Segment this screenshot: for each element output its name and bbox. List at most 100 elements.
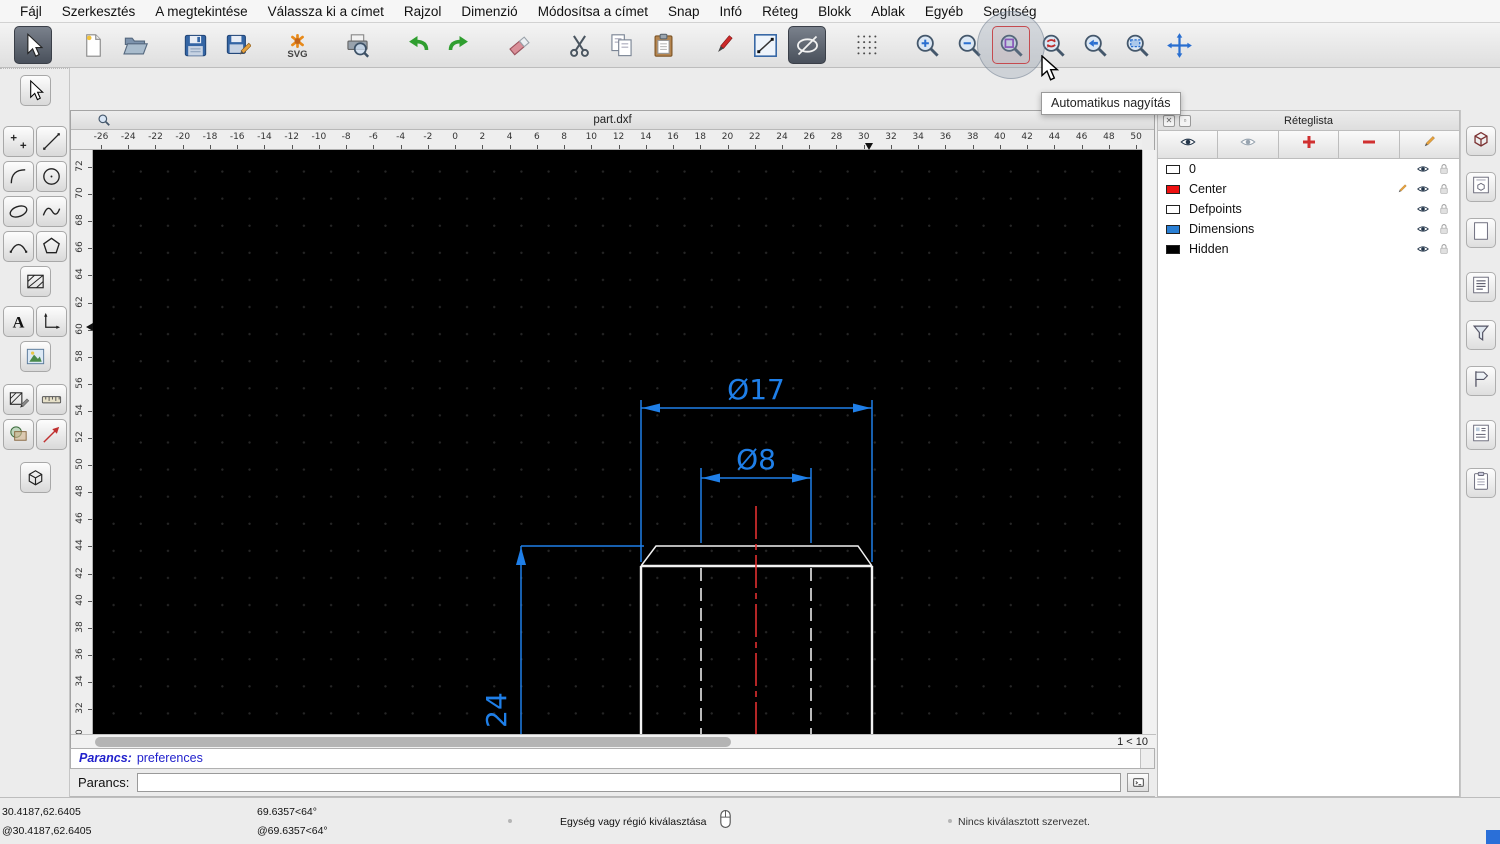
palette-image-button[interactable] — [19, 341, 51, 372]
palette-hatch-edit-button[interactable] — [3, 384, 34, 415]
layer-row-0[interactable]: 0 — [1158, 159, 1459, 179]
layer-lock-icon[interactable] — [1437, 202, 1451, 216]
open-file-button[interactable] — [116, 26, 154, 64]
layer-visibility-eye-icon[interactable] — [1416, 182, 1430, 196]
cut-button[interactable] — [560, 26, 598, 64]
statusbar: 30.4187,62.6405 @30.4187,62.6405 69.6357… — [0, 797, 1500, 844]
menu-item-rajzol[interactable]: Rajzol — [394, 0, 452, 23]
layers-hide-all-button[interactable] — [1218, 131, 1279, 158]
layer-color-swatch — [1166, 224, 1180, 234]
menu-item-v-lassza-ki-a-c-met[interactable]: Válassza ki a címet — [258, 0, 394, 23]
drawing-canvas[interactable]: Ø17 Ø8 24 — [93, 150, 1142, 734]
layer-visibility-eye-icon[interactable] — [1416, 222, 1430, 236]
dock-tag-button[interactable] — [1466, 366, 1496, 396]
hruler-number: -24 — [120, 132, 136, 142]
select-tool-button[interactable] — [14, 26, 52, 64]
dock-notes-button[interactable] — [1466, 420, 1496, 450]
layer-modify-button[interactable] — [1399, 131, 1460, 158]
dock-filter-button[interactable] — [1466, 320, 1496, 350]
layer-lock-icon[interactable] — [1437, 242, 1451, 256]
palette-points-button[interactable] — [3, 126, 34, 157]
horizontal-scrollbar[interactable] — [93, 735, 1083, 749]
menu-item-seg-ts-g[interactable]: Segítség — [973, 0, 1046, 23]
menu-item-egy-b[interactable]: Egyéb — [915, 0, 973, 23]
layer-visibility-eye-icon[interactable] — [1416, 242, 1430, 256]
palette-3d-button[interactable] — [19, 462, 51, 493]
text-icon: A — [7, 310, 30, 333]
undo-button[interactable] — [398, 26, 436, 64]
zoom-out-button[interactable] — [950, 26, 988, 64]
palette-text-button[interactable]: A — [3, 306, 34, 337]
menu-item-szerkeszt-s[interactable]: Szerkesztés — [52, 0, 146, 23]
scrollbar-thumb[interactable] — [95, 737, 731, 747]
redo-button[interactable] — [440, 26, 478, 64]
grid-button[interactable] — [848, 26, 886, 64]
layer-visibility-eye-icon[interactable] — [1416, 162, 1430, 176]
cad-drawing: Ø17 Ø8 24 — [480, 373, 874, 734]
zoom-window-button[interactable] — [1118, 26, 1156, 64]
palette-ellipse-button[interactable] — [3, 196, 34, 227]
menu-item-snap[interactable]: Snap — [658, 0, 710, 23]
palette-spline-button[interactable] — [36, 196, 67, 227]
zoom-auto-button[interactable] — [992, 26, 1030, 64]
new-file-button[interactable] — [74, 26, 112, 64]
palette-arc-button[interactable] — [3, 161, 34, 192]
zoom-in-button[interactable] — [908, 26, 946, 64]
save-as-button[interactable] — [218, 26, 256, 64]
vertical-scrollbar[interactable] — [1142, 150, 1156, 734]
palette-curve-button[interactable] — [3, 231, 34, 262]
palette-select-button[interactable] — [19, 75, 51, 106]
menu-item-m-dos-tsa-a-c-met[interactable]: Módosítsa a címet — [528, 0, 658, 23]
draft-ellipse-icon — [794, 32, 821, 59]
layer-row-defpoints[interactable]: Defpoints — [1158, 199, 1459, 219]
dock-block-panel-button[interactable] — [1466, 126, 1496, 156]
layers-show-all-button[interactable] — [1158, 131, 1219, 158]
polyline-button[interactable] — [746, 26, 784, 64]
layer-remove-button[interactable] — [1339, 131, 1400, 158]
palette-dimension-button[interactable] — [36, 306, 67, 337]
dock-library-browser-button[interactable] — [1466, 172, 1496, 202]
menu-item-f-jl[interactable]: Fájl — [10, 0, 52, 23]
menu-item-a-megtekint-se[interactable]: A megtekintése — [145, 0, 257, 23]
palette-circle-button[interactable] — [36, 161, 67, 192]
command-options-button[interactable] — [1127, 773, 1149, 792]
dock-entity-list-button[interactable] — [1466, 272, 1496, 302]
layer-add-button[interactable] — [1278, 131, 1340, 158]
copy-button[interactable] — [602, 26, 640, 64]
options-toolbar — [0, 68, 1500, 110]
layer-name: Center — [1189, 182, 1227, 196]
layer-row-center[interactable]: Center — [1158, 179, 1459, 199]
palette-measure-arrow-button[interactable] — [36, 419, 67, 450]
layer-row-hidden[interactable]: Hidden — [1158, 239, 1459, 259]
palette-polygon-button[interactable] — [36, 231, 67, 262]
dock-sheet-button[interactable] — [1466, 218, 1496, 248]
pencil-icon — [1420, 133, 1438, 156]
zoom-previous-button[interactable] — [1076, 26, 1114, 64]
menu-item-dimenzi-[interactable]: Dimenzió — [451, 0, 527, 23]
svg-export-button[interactable]: SVG — [278, 26, 316, 64]
command-history-scrollbar[interactable] — [1140, 749, 1154, 768]
layer-row-dimensions[interactable]: Dimensions — [1158, 219, 1459, 239]
menu-item-blokk[interactable]: Blokk — [808, 0, 861, 23]
menu-item-ablak[interactable]: Ablak — [861, 0, 915, 23]
layer-lock-icon[interactable] — [1437, 182, 1451, 196]
paste-button[interactable] — [644, 26, 682, 64]
delete-button[interactable] — [500, 26, 538, 64]
save-icon — [182, 32, 209, 59]
zoom-pan-button[interactable] — [1160, 26, 1198, 64]
layer-lock-icon[interactable] — [1437, 162, 1451, 176]
command-input[interactable] — [137, 773, 1121, 792]
pen-button[interactable] — [704, 26, 742, 64]
palette-shapes-button[interactable] — [3, 419, 34, 450]
dock-clipboard-button[interactable] — [1466, 468, 1496, 498]
palette-line-button[interactable] — [36, 126, 67, 157]
menu-item-r-teg[interactable]: Réteg — [752, 0, 808, 23]
layer-visibility-eye-icon[interactable] — [1416, 202, 1430, 216]
draft-mode-button[interactable] — [788, 26, 826, 64]
menu-item-inf-[interactable]: Infó — [710, 0, 753, 23]
layer-lock-icon[interactable] — [1437, 222, 1451, 236]
palette-hatch-button[interactable] — [19, 266, 51, 297]
palette-measure-button[interactable] — [36, 384, 67, 415]
save-button[interactable] — [176, 26, 214, 64]
print-preview-button[interactable] — [338, 26, 376, 64]
